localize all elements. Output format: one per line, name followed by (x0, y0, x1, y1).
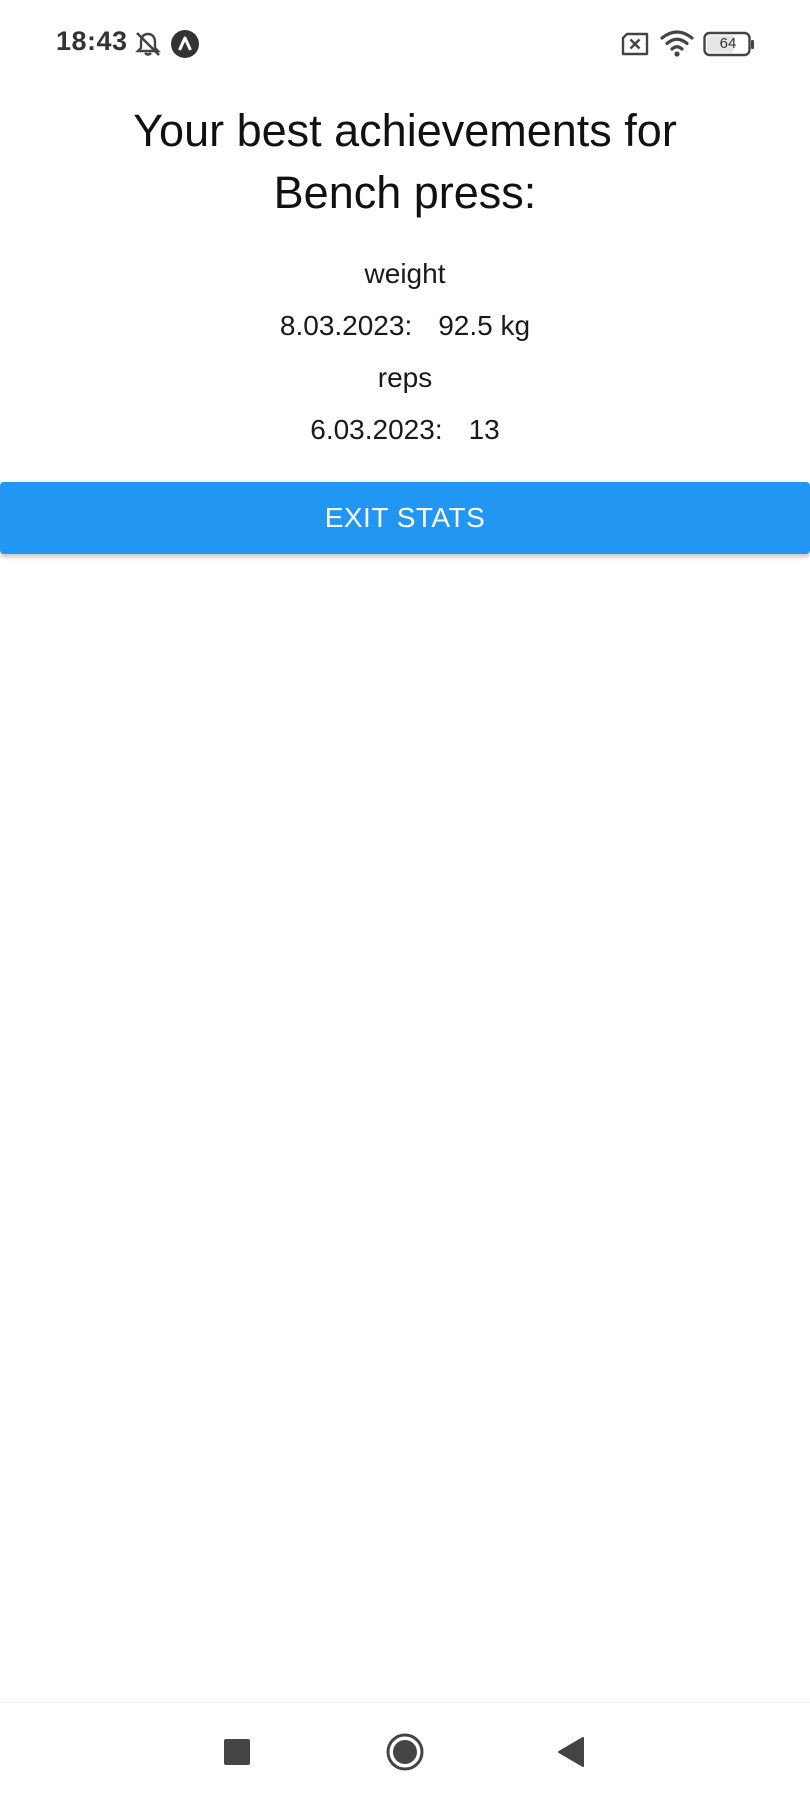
weight-record-date: 8.03.2023: (279, 310, 413, 341)
home-button[interactable] (355, 1703, 455, 1800)
back-triangle-icon (558, 1737, 584, 1767)
bell-muted-icon (135, 32, 161, 56)
back-button[interactable] (521, 1703, 621, 1800)
exit-stats-button[interactable]: EXIT STATS (0, 482, 810, 554)
reps-record: 6.03.2023: 13 (0, 414, 810, 446)
recents-button[interactable] (187, 1703, 287, 1800)
reps-label: reps (377, 362, 433, 393)
page-title: Your best achievements for Bench press: (60, 100, 750, 224)
app-notification-icon (171, 30, 199, 58)
page-title-line-2: Bench press: (273, 167, 537, 218)
status-bar: 18:43 64 (0, 0, 810, 90)
weight-record: 8.03.2023: 92.5 kg (0, 310, 810, 342)
weight-record-value: 92.5 kg (438, 310, 531, 341)
app-screen: 18:43 64 Your best achievements for Benc… (0, 0, 810, 1800)
system-nav-bar (0, 1702, 810, 1800)
home-circle-icon (386, 1733, 424, 1771)
battery-level-text: 64 (719, 35, 737, 52)
sim-error-icon (621, 32, 649, 56)
recents-square-icon (224, 1739, 250, 1765)
status-time: 18:43 (56, 26, 128, 56)
wifi-icon (660, 30, 694, 57)
weight-label: weight (364, 258, 446, 289)
page-title-line-1: Your best achievements for (133, 105, 677, 156)
reps-record-value: 13 (468, 414, 500, 445)
reps-record-date: 6.03.2023: (310, 414, 443, 445)
